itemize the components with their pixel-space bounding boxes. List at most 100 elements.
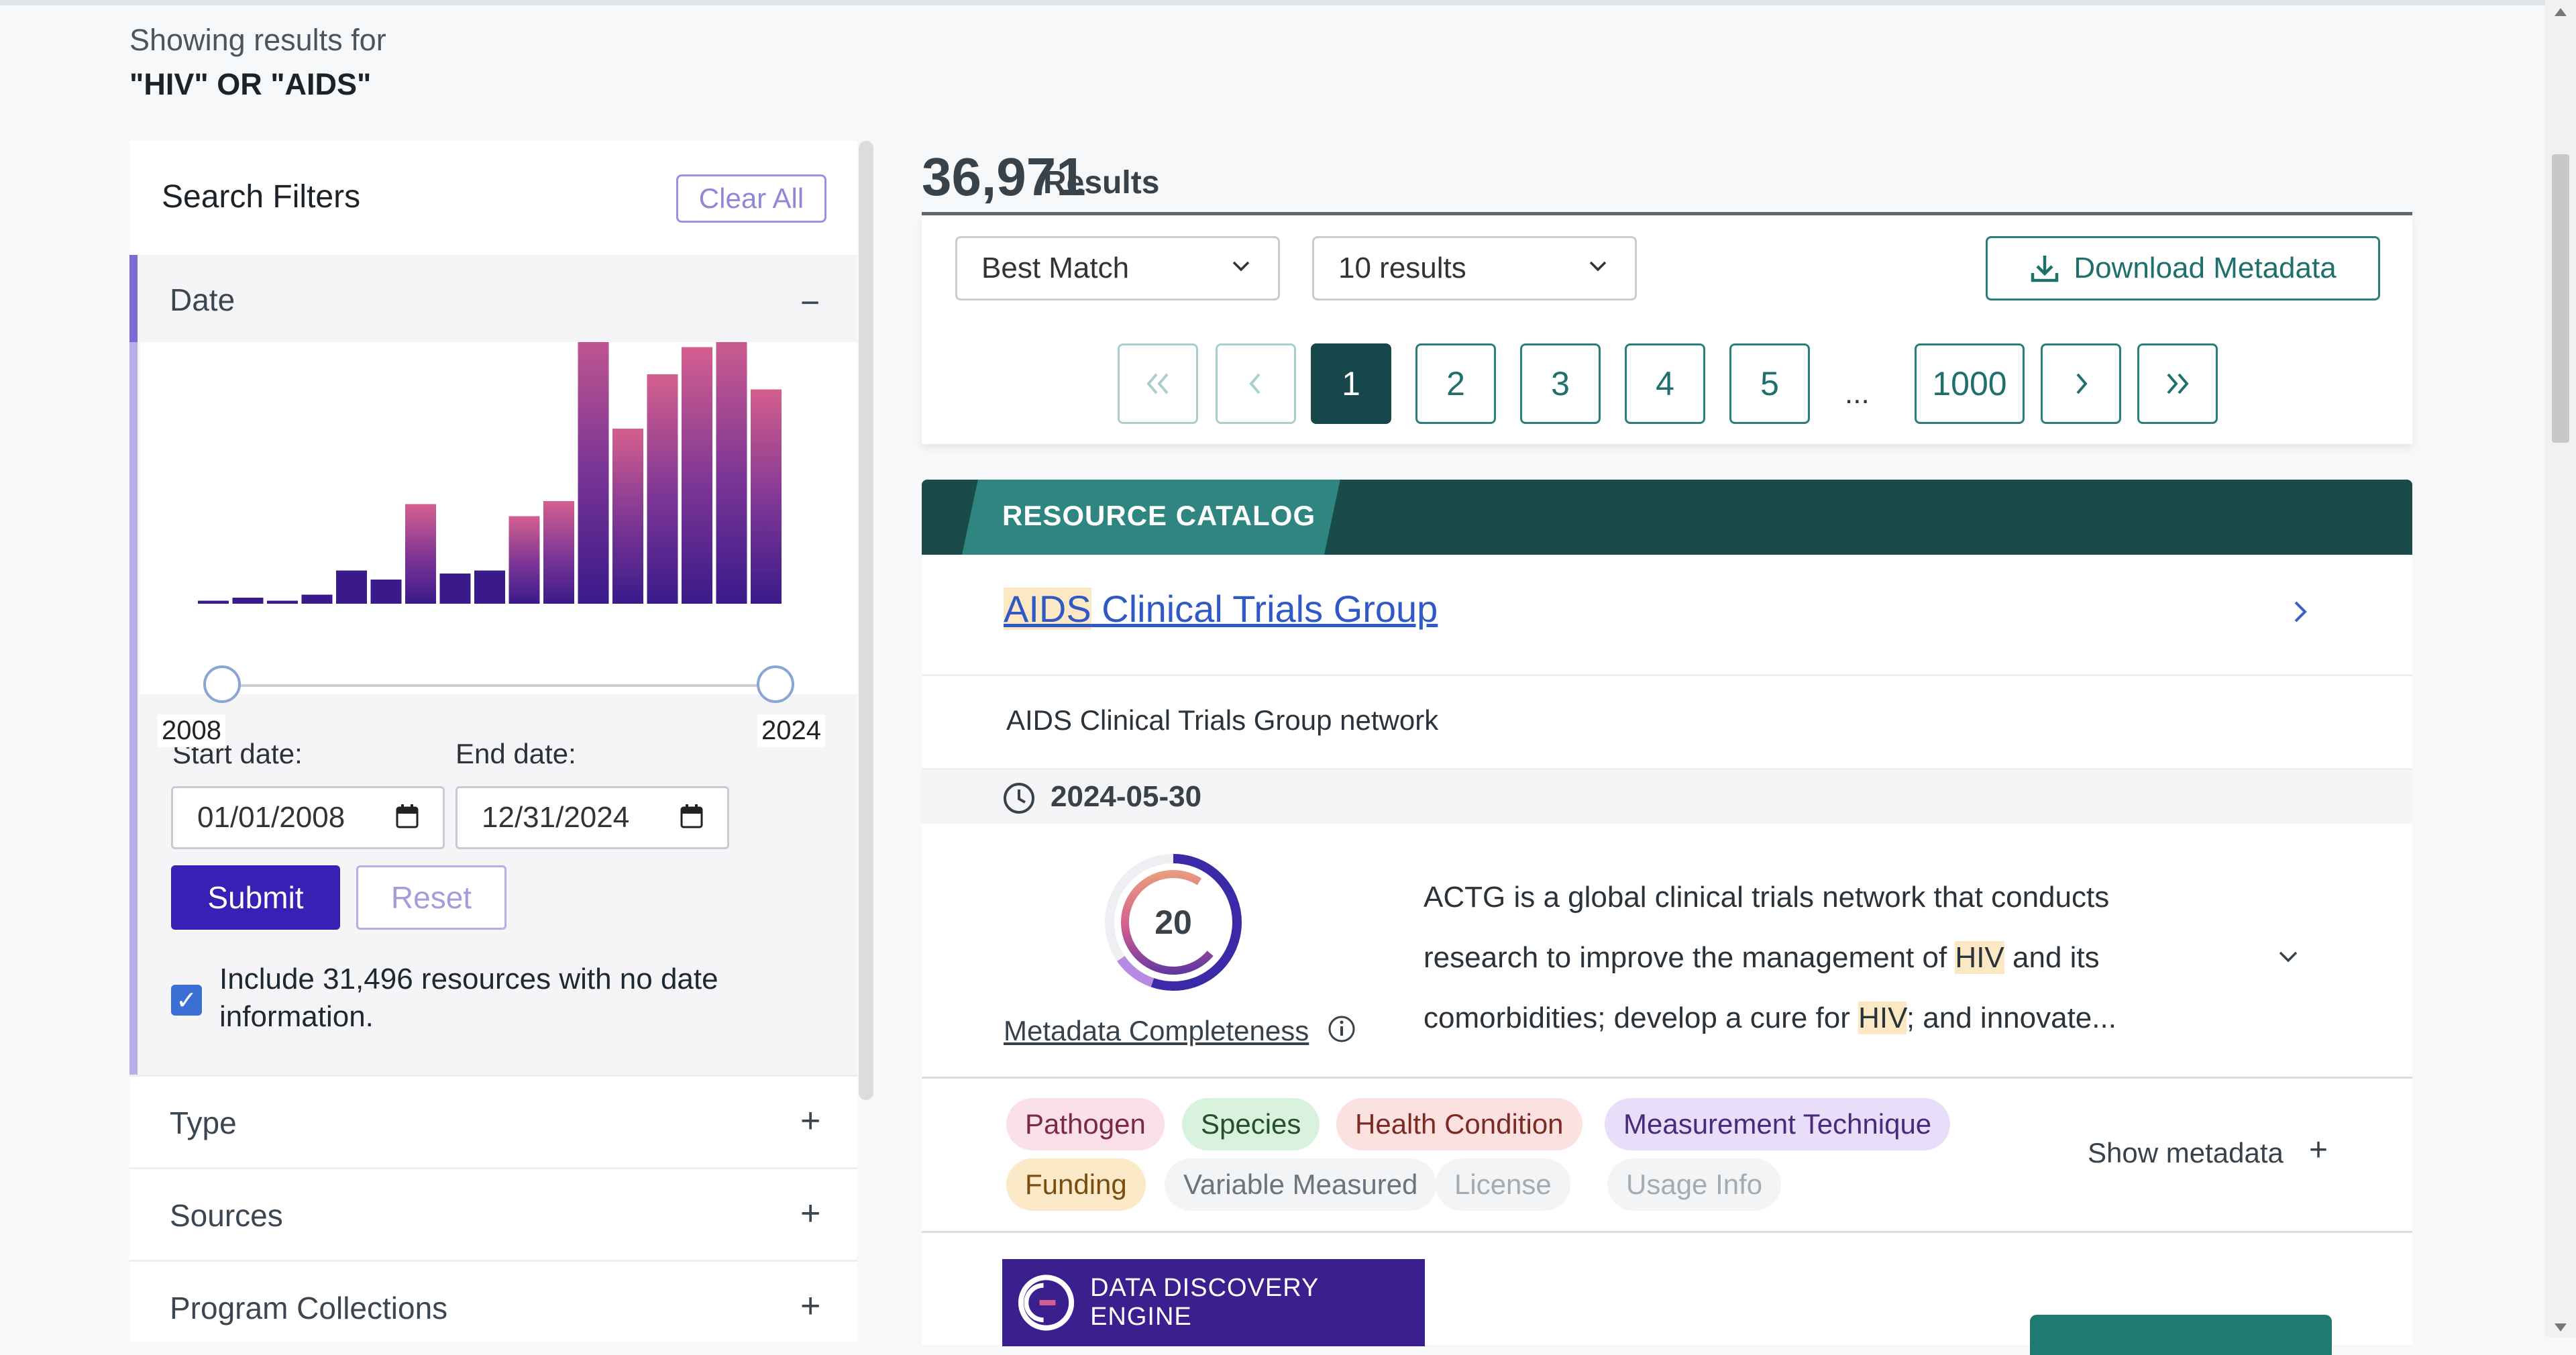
tag-species[interactable]: Species bbox=[1182, 1098, 1320, 1150]
source-logo-text: DATA DISCOVERY ENGINE bbox=[1090, 1274, 1319, 1331]
facet-label: Type bbox=[170, 1105, 237, 1140]
desc-highlight: HIV bbox=[1955, 941, 2004, 974]
previous-page-button[interactable] bbox=[1216, 343, 1296, 424]
histogram-bar[interactable] bbox=[405, 504, 436, 604]
date-section-accent-light bbox=[129, 342, 138, 1075]
filters-title: Search Filters bbox=[162, 179, 361, 215]
chevron-down-icon bbox=[1589, 261, 1607, 272]
histogram-bar[interactable] bbox=[301, 594, 333, 604]
per-page-select[interactable]: 10 results bbox=[1312, 236, 1637, 301]
tag-health-condition[interactable]: Health Condition bbox=[1336, 1098, 1582, 1150]
double-chevron-left-icon bbox=[1146, 373, 1169, 394]
date-filter-header[interactable]: Date bbox=[170, 282, 235, 318]
histogram-bar[interactable] bbox=[508, 516, 540, 604]
include-no-date-checkbox[interactable]: ✓ bbox=[171, 985, 202, 1016]
clear-all-button[interactable]: Clear All bbox=[676, 174, 826, 223]
tag-pathogen[interactable]: Pathogen bbox=[1006, 1098, 1165, 1150]
page-button-5[interactable]: 5 bbox=[1729, 343, 1810, 424]
scroll-down-arrow-icon[interactable] bbox=[2555, 1323, 2567, 1332]
results-controls: Best Match 10 results Download Metadata … bbox=[922, 216, 2412, 444]
collapse-minus-icon[interactable]: − bbox=[800, 283, 820, 322]
metadata-completeness-link[interactable]: Metadata Completeness bbox=[1004, 1015, 1309, 1047]
chevron-right-icon[interactable] bbox=[2290, 597, 2310, 627]
date-range-track[interactable] bbox=[221, 684, 771, 687]
info-icon[interactable] bbox=[1327, 1014, 1356, 1044]
include-no-date-label: Include 31,496 resources with no date in… bbox=[219, 963, 718, 1033]
calendar-icon[interactable] bbox=[396, 804, 419, 828]
expand-plus-icon[interactable]: + bbox=[800, 1286, 820, 1326]
tag-variable-measured[interactable]: Variable Measured bbox=[1165, 1158, 1437, 1211]
end-date-label: End date: bbox=[455, 738, 576, 769]
calendar-icon[interactable] bbox=[680, 804, 703, 828]
histogram-bar[interactable] bbox=[716, 342, 747, 604]
chevron-right-icon bbox=[2076, 373, 2088, 394]
range-start-handle[interactable] bbox=[203, 665, 241, 703]
histogram-bar[interactable] bbox=[198, 600, 229, 604]
plus-icon[interactable]: + bbox=[2309, 1132, 2328, 1169]
histogram-bar[interactable] bbox=[336, 570, 367, 604]
start-date-input[interactable]: 01/01/2008 bbox=[171, 786, 445, 849]
histogram-bar[interactable] bbox=[543, 501, 574, 604]
desc-part: ; and innovate... bbox=[1906, 1001, 2116, 1034]
histogram-bar[interactable] bbox=[682, 347, 712, 604]
resource-subtitle: AIDS Clinical Trials Group network bbox=[1006, 704, 1439, 736]
sidebar-scrollbar[interactable] bbox=[859, 141, 873, 1100]
histogram-bar[interactable] bbox=[439, 574, 471, 604]
download-label: Download Metadata bbox=[2074, 252, 2337, 284]
tag-funding[interactable]: Funding bbox=[1006, 1158, 1146, 1211]
range-end-handle[interactable] bbox=[757, 665, 794, 703]
visit-resource-button[interactable] bbox=[2030, 1315, 2332, 1355]
completeness-score: 20 bbox=[1155, 904, 1192, 941]
range-end-label: 2024 bbox=[757, 714, 825, 747]
last-page-button[interactable] bbox=[2137, 343, 2218, 424]
show-metadata-button[interactable]: Show metadata bbox=[2088, 1137, 2284, 1169]
chevron-down-icon[interactable] bbox=[2277, 949, 2300, 965]
histogram-bar[interactable] bbox=[474, 570, 505, 604]
scrollbar-thumb[interactable] bbox=[2552, 154, 2569, 443]
tag-license[interactable]: License bbox=[1436, 1158, 1570, 1211]
resource-date: 2024-05-30 bbox=[1051, 780, 1202, 813]
date-histogram[interactable] bbox=[140, 342, 857, 691]
resource-title-link[interactable]: AIDS Clinical Trials Group bbox=[1004, 587, 1438, 631]
scroll-up-arrow-icon[interactable] bbox=[2555, 8, 2567, 16]
expand-plus-icon[interactable]: + bbox=[800, 1193, 820, 1234]
page-button-last[interactable]: 1000 bbox=[1915, 343, 2025, 424]
submit-button[interactable]: Submit bbox=[171, 865, 340, 930]
page-button-2[interactable]: 2 bbox=[1415, 343, 1496, 424]
histogram-bar[interactable] bbox=[612, 429, 643, 604]
histogram-bar[interactable] bbox=[232, 598, 264, 604]
first-page-button[interactable] bbox=[1118, 343, 1198, 424]
catalog-label: RESOURCE CATALOG bbox=[1002, 500, 1316, 531]
double-chevron-right-icon bbox=[2167, 373, 2189, 394]
tag-measurement-technique[interactable]: Measurement Technique bbox=[1605, 1098, 1951, 1150]
facet-type[interactable]: Type + bbox=[129, 1075, 857, 1169]
tag-usage-info[interactable]: Usage Info bbox=[1607, 1158, 1782, 1211]
page-button-4[interactable]: 4 bbox=[1625, 343, 1705, 424]
next-page-button[interactable] bbox=[2041, 343, 2121, 424]
sort-select[interactable]: Best Match bbox=[955, 236, 1280, 301]
facet-program-collections[interactable]: Program Collections + bbox=[129, 1260, 857, 1342]
card-divider bbox=[922, 674, 2412, 676]
card-divider bbox=[922, 1231, 2412, 1233]
page-button-3[interactable]: 3 bbox=[1520, 343, 1601, 424]
histogram-bar[interactable] bbox=[578, 342, 609, 604]
histogram-bar[interactable] bbox=[370, 580, 402, 604]
histogram-bar[interactable] bbox=[647, 374, 678, 604]
per-page-value: 10 results bbox=[1338, 252, 1466, 284]
download-metadata-button[interactable]: Download Metadata bbox=[1986, 236, 2380, 301]
query-label: Showing results for bbox=[129, 23, 386, 57]
expand-plus-icon[interactable]: + bbox=[800, 1101, 820, 1141]
reset-button[interactable]: Reset bbox=[356, 865, 506, 930]
source-logo[interactable]: DATA DISCOVERY ENGINE bbox=[1002, 1259, 1425, 1346]
page-scrollbar[interactable] bbox=[2545, 0, 2576, 1337]
desc-highlight: HIV bbox=[1858, 1001, 1907, 1034]
title-rest: Clinical Trials Group bbox=[1091, 588, 1438, 630]
sort-value: Best Match bbox=[981, 252, 1130, 284]
histogram-bar[interactable] bbox=[751, 389, 782, 604]
results-label: Results bbox=[1043, 165, 1160, 201]
page-button-1[interactable]: 1 bbox=[1311, 343, 1391, 424]
facet-sources[interactable]: Sources + bbox=[129, 1167, 857, 1262]
end-date-input[interactable]: 12/31/2024 bbox=[455, 786, 729, 849]
histogram-bar[interactable] bbox=[267, 600, 298, 604]
chevron-down-icon bbox=[1232, 261, 1250, 272]
